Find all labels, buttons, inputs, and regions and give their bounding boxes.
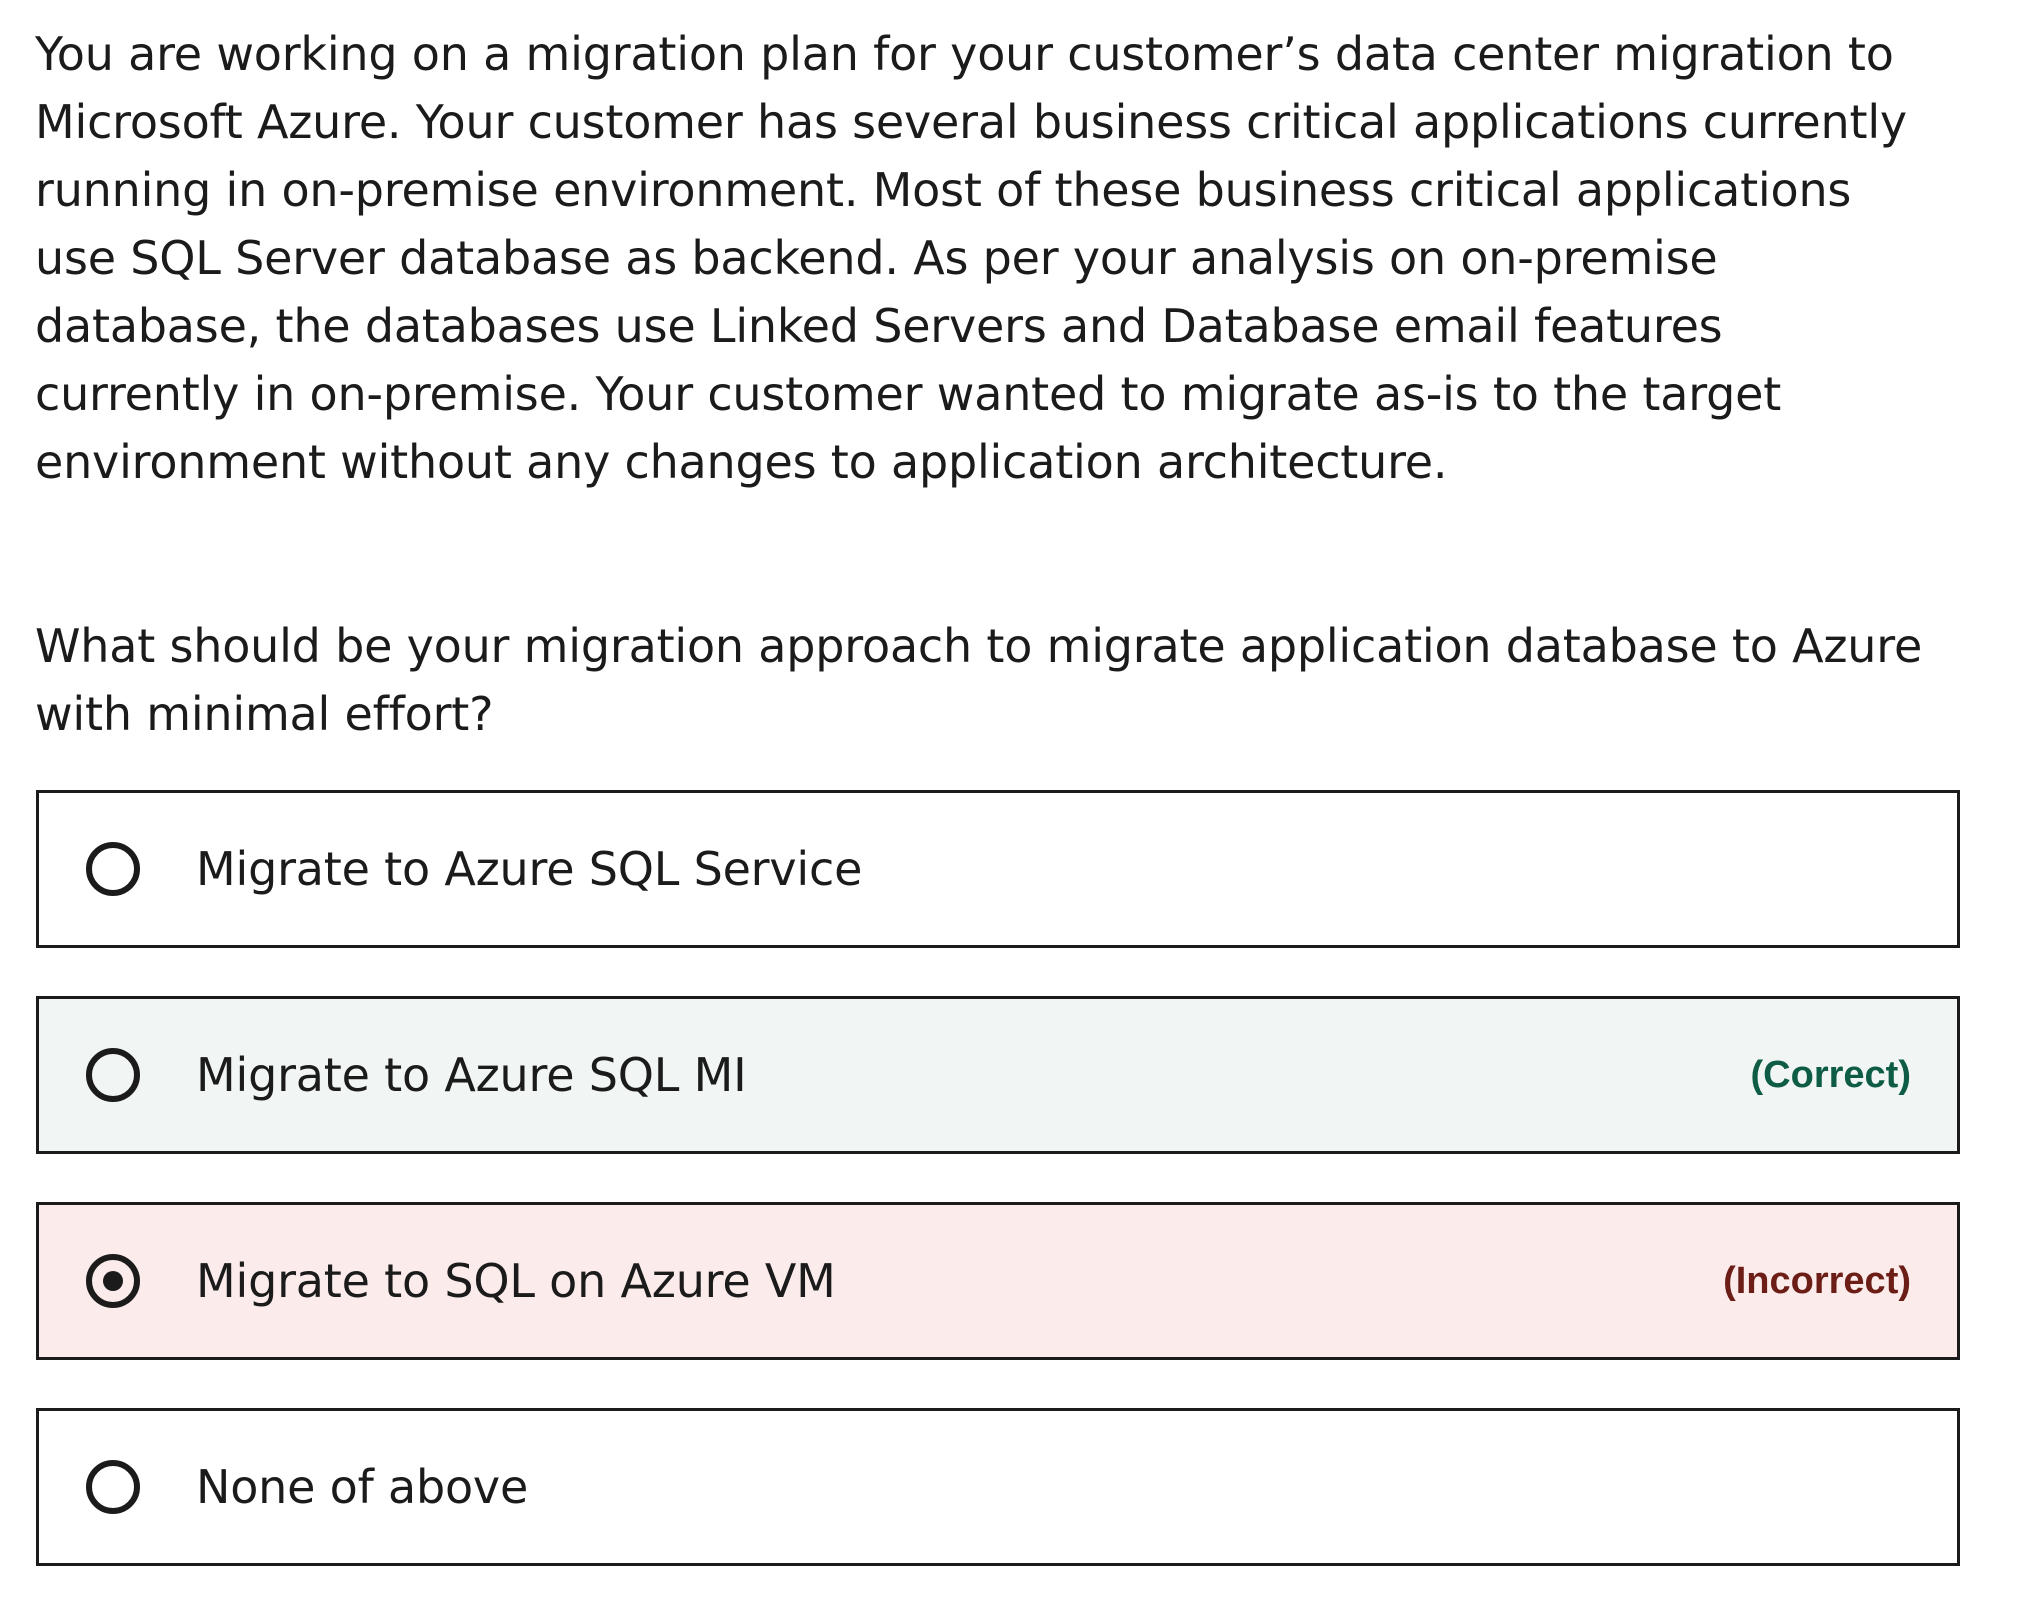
radio-selected-dot [103, 1271, 123, 1291]
quiz-page: You are working on a migration plan for … [0, 0, 2027, 1608]
radio-button[interactable] [86, 1460, 140, 1514]
answer-option-azure-sql-service[interactable]: Migrate to Azure SQL Service [36, 790, 1960, 948]
answer-option-azure-sql-mi[interactable]: Migrate to Azure SQL MI (Correct) [36, 996, 1960, 1154]
answer-option-sql-on-azure-vm[interactable]: Migrate to SQL on Azure VM (Incorrect) [36, 1202, 1960, 1360]
selected-radio-button[interactable] [86, 1254, 140, 1308]
incorrect-result-label: (Incorrect) [1723, 1260, 1911, 1302]
answer-option-label: Migrate to Azure SQL Service [196, 842, 863, 896]
radio-button[interactable] [86, 1048, 140, 1102]
correct-result-label: (Correct) [1750, 1054, 1911, 1096]
radio-button[interactable] [86, 842, 140, 896]
answer-option-label: None of above [196, 1460, 529, 1514]
scenario-text: You are working on a migration plan for … [35, 27, 1907, 489]
question-text: What should be your migration approach t… [35, 619, 1923, 741]
answer-option-label: Migrate to Azure SQL MI [196, 1048, 747, 1102]
answer-option-none-of-above[interactable]: None of above [36, 1408, 1960, 1566]
answer-options: Migrate to Azure SQL Service Migrate to … [36, 790, 1960, 1614]
answer-option-label: Migrate to SQL on Azure VM [196, 1254, 836, 1308]
